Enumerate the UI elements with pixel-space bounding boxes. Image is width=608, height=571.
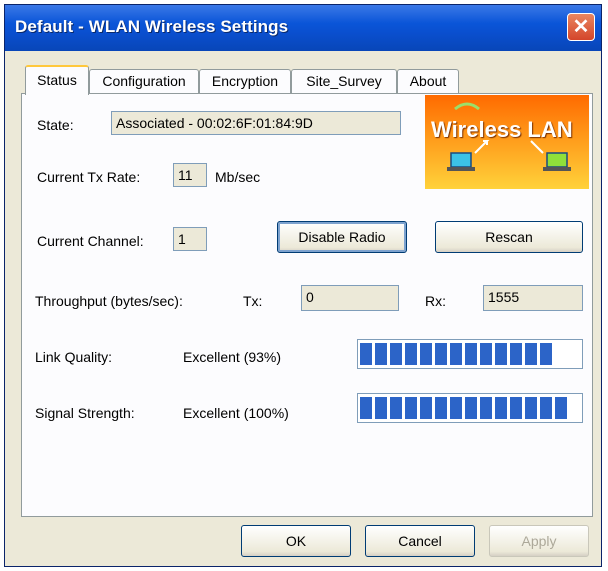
bar-segment [450,397,462,419]
dialog-window: Default - WLAN Wireless Settings ✕ Statu… [4,4,602,567]
tx-rate-label: Current Tx Rate: [37,169,141,185]
state-label: State: [37,117,74,133]
wireless-lan-logo: Wireless LAN [425,95,589,189]
rescan-button[interactable]: Rescan [435,221,583,253]
bar-segment [420,343,432,365]
rx-field: 1555 [483,285,583,311]
window-title: Default - WLAN Wireless Settings [15,17,289,36]
signal-strength-value: Excellent (100%) [183,405,289,421]
throughput-label: Throughput (bytes/sec): [35,293,183,309]
bar-segment [495,397,507,419]
tab-configuration[interactable]: Configuration [89,69,199,93]
tx-label: Tx: [243,293,263,309]
bar-segment [510,397,522,419]
tx-rate-unit: Mb/sec [215,169,261,185]
link-quality-bar [357,339,583,369]
bar-segment [420,397,432,419]
bar-segment [495,343,507,365]
signal-strength-label: Signal Strength: [35,405,135,421]
tab-about[interactable]: About [397,69,459,93]
bar-segment [435,343,447,365]
channel-field: 1 [173,227,207,251]
title-bar[interactable]: Default - WLAN Wireless Settings ✕ [5,5,601,51]
bar-segment [465,397,477,419]
signal-strength-bar [357,393,583,423]
tx-rate-field: 11 [173,163,207,187]
bar-segment [480,397,492,419]
laptop-icon [447,102,571,171]
bar-segment [405,397,417,419]
bar-segment [375,397,387,419]
bar-segment [390,397,402,419]
disable-radio-button[interactable]: Disable Radio [277,221,407,253]
tab-site-survey[interactable]: Site_Survey [291,69,397,93]
bar-segment [540,343,552,365]
bar-segment [375,343,387,365]
channel-label: Current Channel: [37,233,144,249]
bar-segment [540,397,552,419]
tab-encryption[interactable]: Encryption [199,69,291,93]
rx-label: Rx: [425,293,446,309]
bar-segment [555,397,567,419]
ok-button[interactable]: OK [241,525,351,557]
bar-segment [480,343,492,365]
link-quality-label: Link Quality: [35,349,113,365]
bar-segment [450,343,462,365]
link-quality-value: Excellent (93%) [183,349,282,365]
bar-segment [405,343,417,365]
bar-segment [525,343,537,365]
bar-segment [360,397,372,419]
bar-segment [510,343,522,365]
cancel-button[interactable]: Cancel [365,525,475,557]
bar-segment [525,397,537,419]
tx-field: 0 [301,285,399,311]
tab-status[interactable]: Status [25,65,89,95]
apply-button[interactable]: Apply [489,525,589,557]
bar-segment [435,397,447,419]
close-icon: ✕ [572,16,590,38]
bar-segment [360,343,372,365]
bar-segment [390,343,402,365]
state-field: Associated - 00:02:6F:01:84:9D [111,111,401,135]
close-button[interactable]: ✕ [567,13,595,41]
bar-segment [465,343,477,365]
